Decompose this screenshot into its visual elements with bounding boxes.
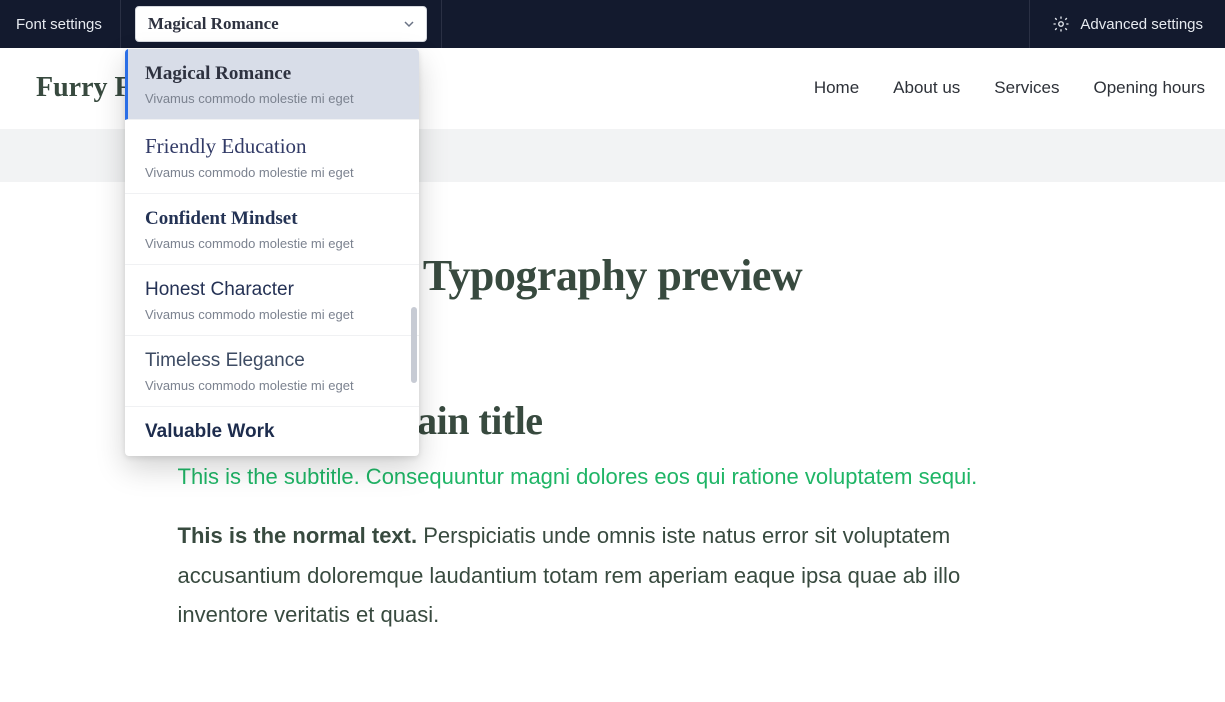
font-option-title: Magical Romance — [145, 63, 399, 85]
gear-icon — [1052, 15, 1070, 33]
font-option-sample: Vivamus commodo molestie mi eget — [145, 236, 399, 251]
font-option-title: Timeless Elegance — [145, 350, 399, 372]
font-option-title: Honest Character — [145, 279, 399, 301]
font-option-title: Valuable Work — [145, 421, 399, 443]
nav-home[interactable]: Home — [814, 78, 859, 98]
advanced-settings-label: Advanced settings — [1080, 16, 1203, 33]
advanced-settings-button[interactable]: Advanced settings — [1029, 0, 1225, 48]
font-option-title: Confident Mindset — [145, 208, 399, 230]
font-option-friendly-education[interactable]: Friendly Education Vivamus commodo moles… — [125, 120, 419, 194]
font-dropdown: Magical Romance Vivamus commodo molestie… — [125, 49, 419, 456]
font-dropdown-list[interactable]: Magical Romance Vivamus commodo molestie… — [125, 49, 419, 456]
body-bold: This is the normal text. — [178, 523, 418, 548]
font-select[interactable]: Magical Romance — [135, 6, 427, 42]
font-select-value: Magical Romance — [148, 14, 279, 34]
main-nav: Home About us Services Opening hours — [814, 78, 1205, 98]
main-title: e main title — [358, 397, 1048, 444]
preview-heading: Typography preview — [423, 250, 802, 301]
font-option-magical-romance[interactable]: Magical Romance Vivamus commodo molestie… — [125, 49, 419, 120]
font-option-sample: Vivamus commodo molestie mi eget — [145, 91, 399, 106]
body-text: This is the normal text. Perspiciatis un… — [178, 516, 1048, 635]
font-settings-label: Font settings — [0, 0, 121, 48]
font-settings-text: Font settings — [16, 16, 102, 33]
font-option-timeless-elegance[interactable]: Timeless Elegance Vivamus commodo molest… — [125, 336, 419, 407]
nav-about[interactable]: About us — [893, 78, 960, 98]
nav-hours[interactable]: Opening hours — [1093, 78, 1205, 98]
font-option-honest-character[interactable]: Honest Character Vivamus commodo molesti… — [125, 265, 419, 336]
caret-down-icon — [404, 14, 414, 34]
topbar-divider — [441, 0, 442, 48]
nav-services[interactable]: Services — [994, 78, 1059, 98]
dropdown-scrollbar — [409, 57, 417, 448]
dropdown-scroll-thumb[interactable] — [411, 307, 417, 383]
font-option-title: Friendly Education — [145, 134, 399, 159]
font-option-confident-mindset[interactable]: Confident Mindset Vivamus commodo molest… — [125, 194, 419, 265]
topbar: Font settings Magical Romance Advanced s… — [0, 0, 1225, 48]
font-select-wrap: Magical Romance — [135, 6, 427, 42]
subtitle: This is the subtitle. Consequuntur magni… — [178, 464, 1048, 490]
font-option-sample: Vivamus commodo molestie mi eget — [145, 378, 399, 393]
font-option-valuable-work[interactable]: Valuable Work — [125, 407, 419, 456]
font-option-sample: Vivamus commodo molestie mi eget — [145, 165, 399, 180]
font-option-sample: Vivamus commodo molestie mi eget — [145, 307, 399, 322]
